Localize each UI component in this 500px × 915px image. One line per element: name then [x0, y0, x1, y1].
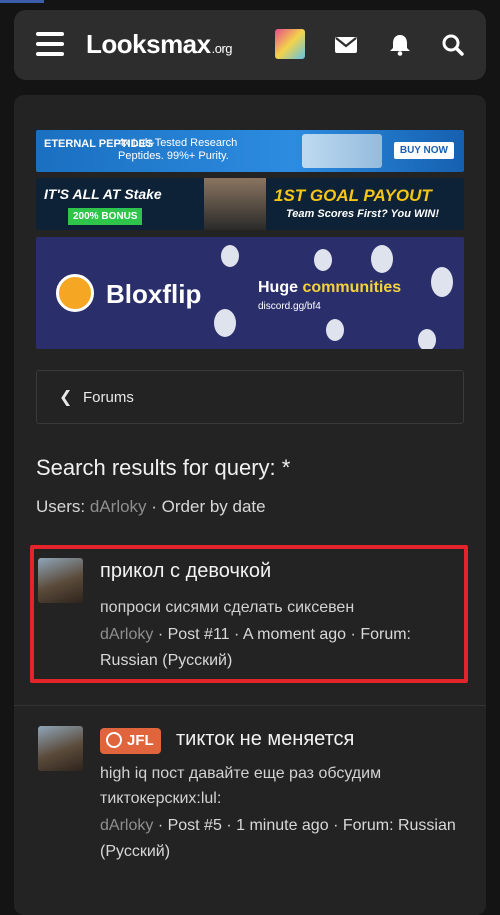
ad-buy-now-button[interactable]: BUY NOW: [393, 142, 454, 159]
result-snippet: high iq пост давайте еще раз обсудим тик…: [100, 765, 382, 807]
bloxflip-logo-icon: [56, 274, 94, 312]
result-meta: dArloky · Post #11 · A moment ago · Foru…: [100, 626, 411, 669]
breadcrumb-forums[interactable]: ❮ Forums: [36, 370, 464, 424]
mail-icon[interactable]: [334, 34, 358, 56]
mascot-icon: [214, 309, 236, 337]
forum-label: Forum:: [342, 817, 394, 834]
site-logo[interactable]: Looksmax.org: [86, 29, 233, 60]
forum-label: Forum:: [360, 626, 411, 643]
result-meta: dArloky · Post #5 · 1 minute ago · Forum…: [100, 817, 456, 860]
breadcrumb-label: Forums: [83, 389, 134, 406]
search-icon[interactable]: [441, 34, 465, 56]
post-number: Post #11: [167, 626, 230, 643]
ad-banner-eternal-peptides[interactable]: ETERNAL PEPTIDES 4x Lab-Tested Research …: [36, 130, 464, 172]
author-link[interactable]: dArloky: [100, 626, 153, 643]
author-avatar[interactable]: [38, 726, 83, 771]
search-result: прикол с девочкой попроси сисями сделать…: [14, 545, 486, 685]
result-title-link[interactable]: тикток не меняется: [176, 728, 354, 751]
ad-product-image: [302, 134, 382, 168]
ad-banner-bloxflip[interactable]: Bloxflip Huge communities discord.gg/bf4: [36, 237, 464, 349]
mascot-icon: [418, 329, 436, 349]
menu-icon[interactable]: [36, 32, 64, 56]
ad-subtext: Team Scores First? You WIN!: [286, 208, 440, 220]
ad-goal-text: 1ST GOAL PAYOUT: [274, 186, 432, 205]
main-panel: ETERNAL PEPTIDES 4x Lab-Tested Research …: [14, 95, 486, 915]
ad-brand-name: Bloxflip: [106, 279, 202, 309]
ad-headline: Huge communities: [258, 279, 401, 297]
mascot-icon: [314, 249, 332, 271]
logo-sub: .org: [211, 41, 233, 56]
mascot-icon: [326, 319, 344, 341]
thread-prefix-badge[interactable]: JFL: [100, 728, 161, 754]
ad-huge-word: Huge: [258, 279, 298, 296]
author-link[interactable]: dArloky: [100, 817, 153, 834]
mascot-icon: [221, 245, 239, 267]
user-avatar[interactable]: [275, 29, 305, 59]
search-meta: Users: dArloky · Order by date: [36, 497, 266, 516]
prefix-label: JFL: [127, 732, 154, 749]
ad-discord-link: discord.gg/bf4: [258, 301, 321, 312]
ad-bonus-badge: 200% BONUS: [68, 208, 143, 225]
users-label: Users:: [36, 497, 86, 516]
chevron-left-icon: ❮: [59, 389, 73, 406]
ad-headline: IT'S ALL AT Stake: [44, 186, 162, 202]
author-avatar[interactable]: [38, 558, 83, 603]
site-header: Looksmax.org: [14, 10, 486, 80]
page-title: Search results for query: *: [36, 455, 291, 480]
user-filter-link[interactable]: dArloky: [90, 497, 147, 516]
post-time: 1 minute ago: [236, 817, 329, 834]
ad-text: 4x Lab-Tested Research Peptides. 99%+ Pu…: [118, 137, 238, 162]
search-result: JFL тикток не меняется high iq пост дава…: [14, 705, 486, 886]
post-time: A moment ago: [242, 626, 347, 643]
prefix-icon: [106, 732, 122, 748]
result-title-link[interactable]: прикол с девочкой: [100, 560, 271, 583]
ad-person-image: [204, 178, 266, 230]
order-label: Order by date: [161, 497, 266, 516]
bell-icon[interactable]: [388, 34, 412, 56]
top-accent-line: [0, 0, 44, 3]
mascot-icon: [431, 267, 453, 297]
logo-main: Looksmax: [86, 29, 211, 59]
mascot-icon: [371, 245, 393, 273]
result-snippet: попроси сисями сделать сиксевен: [100, 599, 355, 616]
ad-banner-stake[interactable]: IT'S ALL AT Stake 200% BONUS 1ST GOAL PA…: [36, 178, 464, 230]
ad-communities-word: communities: [302, 279, 402, 296]
forum-link[interactable]: Russian (Русский): [100, 652, 232, 669]
post-number: Post #5: [167, 817, 222, 834]
